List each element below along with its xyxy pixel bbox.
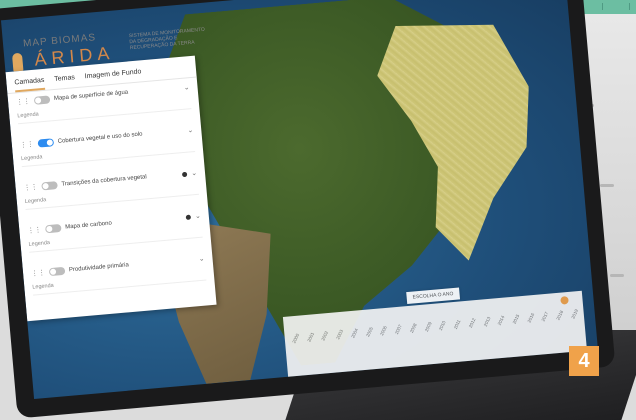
year-option[interactable]: 2019 [570,308,579,319]
tab-camadas[interactable]: Camadas [14,76,46,93]
year-option[interactable]: 2008 [409,323,418,334]
year-list: 2000 2001 2002 2003 2004 2005 2006 2007 2008 2009… [291,308,580,344]
cactus-icon [11,52,24,72]
year-option[interactable]: 2004 [350,328,359,339]
year-option[interactable]: 2000 [291,333,300,344]
year-option[interactable]: 2005 [365,326,374,337]
layer-label: Produtividade primária [68,262,130,274]
drag-handle-icon[interactable]: ⋮⋮ [20,140,35,149]
year-option[interactable]: 2002 [321,330,330,341]
year-option[interactable]: 2006 [380,325,389,336]
layer-label: Mapa de superfície de água [53,89,129,103]
laptop-frame: MAP BIOMAS ÁRIDA SISTEMA DE MONITORAMENT… [0,0,616,419]
chevron-down-icon[interactable]: ⌄ [198,255,204,263]
wall-detail [610,274,624,277]
info-icon[interactable] [185,214,192,220]
bar-divider [602,3,630,10]
layers-panel: Camadas Temas Imagem de Fundo ⋮⋮ Mapa de… [5,55,217,322]
year-option[interactable]: 2010 [438,320,447,331]
drag-handle-icon[interactable]: ⋮⋮ [23,183,38,192]
layer-toggle[interactable] [48,266,66,277]
layer-toggle[interactable] [37,138,55,148]
year-option[interactable]: 2018 [556,310,565,321]
year-option[interactable]: 2017 [541,311,550,322]
info-icon[interactable] [181,171,188,177]
selected-year-marker[interactable] [560,296,569,305]
layer-label: Mapa de carbono [65,220,113,231]
logo-description: SISTEMA DE MONITORAMENTO DA DEGRADAÇÃO E… [128,26,206,52]
year-option[interactable]: 2015 [512,314,521,325]
chevron-down-icon[interactable]: ⌄ [195,212,201,220]
year-selector-title: ESCOLHA O ANO [406,287,460,305]
chevron-down-icon[interactable]: ⌄ [191,169,197,177]
year-option[interactable]: 2007 [394,324,403,335]
year-option[interactable]: 2011 [453,319,462,330]
wall-detail [600,184,614,187]
year-option[interactable]: 2013 [482,316,491,327]
layer-label: Cobertura vegetal e uso do solo [57,131,143,145]
layer-label: Transições da cobertura vegetal [61,174,147,188]
drag-handle-icon[interactable]: ⋮⋮ [27,226,42,235]
year-option[interactable]: 2003 [335,329,344,340]
year-option[interactable]: 2016 [526,312,535,323]
tab-temas[interactable]: Temas [54,74,76,89]
year-option[interactable]: 2009 [424,321,433,332]
map-screen[interactable]: MAP BIOMAS ÁRIDA SISTEMA DE MONITORAMENT… [0,0,598,399]
layer-toggle[interactable] [33,95,51,105]
chevron-down-icon[interactable]: ⌄ [183,83,189,91]
layer-toggle[interactable] [45,223,62,234]
step-badge: 4 [569,346,599,376]
year-option[interactable]: 2012 [468,317,477,328]
year-option[interactable]: 2014 [497,315,506,326]
layer-toggle[interactable] [41,181,58,191]
drag-handle-icon[interactable]: ⋮⋮ [16,97,31,106]
chevron-down-icon[interactable]: ⌄ [187,126,193,134]
year-option[interactable]: 2001 [306,332,315,343]
drag-handle-icon[interactable]: ⋮⋮ [31,269,46,278]
